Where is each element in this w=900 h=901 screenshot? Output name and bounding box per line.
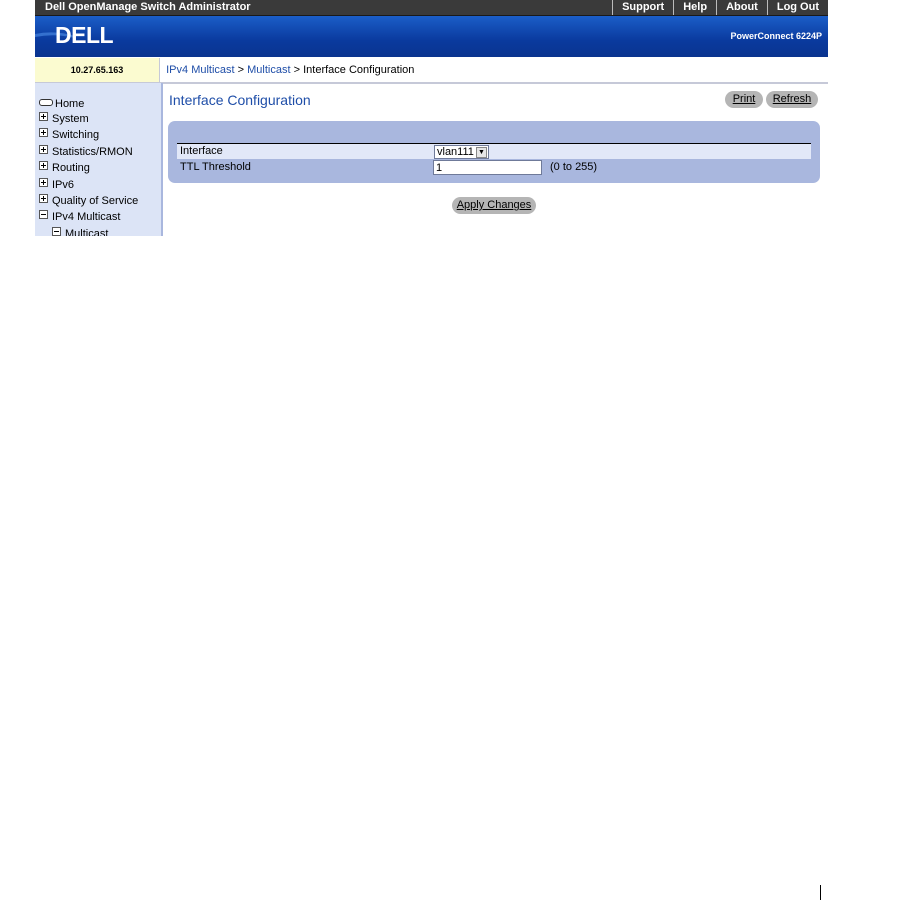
print-button[interactable]: Print bbox=[725, 91, 763, 108]
breadcrumb-ipv4-multicast[interactable]: IPv4 Multicast bbox=[166, 64, 234, 76]
sidebar-item-ipv4-multicast[interactable]: IPv4 Multicast bbox=[39, 210, 120, 224]
sidebar-item-label: IPv4 Multicast bbox=[52, 211, 121, 223]
plus-box-icon[interactable] bbox=[39, 112, 48, 121]
top-links: Support Help About Log Out bbox=[612, 0, 828, 15]
sidebar-item-label: Routing bbox=[52, 162, 90, 174]
model-name: PowerConnect 6224P bbox=[730, 31, 822, 41]
plus-box-icon[interactable] bbox=[39, 161, 48, 170]
sidebar-item-multicast[interactable]: Multicast bbox=[52, 227, 108, 236]
sidebar-item-statistics-rmon[interactable]: Statistics/RMON bbox=[39, 145, 133, 159]
sidebar-item-home[interactable]: Home bbox=[39, 98, 84, 111]
interface-value: vlan111 bbox=[437, 146, 474, 158]
sidebar-item-ipv6[interactable]: IPv6 bbox=[39, 178, 74, 192]
main-content: Interface Configuration Print Refresh In… bbox=[163, 84, 828, 236]
ttl-threshold-input[interactable]: 1 bbox=[433, 160, 542, 175]
plus-box-icon[interactable] bbox=[39, 128, 48, 137]
plus-box-icon[interactable] bbox=[39, 178, 48, 187]
ip-address: 10.27.65.163 bbox=[35, 58, 160, 83]
page-title: Interface Configuration bbox=[169, 92, 311, 108]
sidebar: Home System Switching Statistics/RMON Ro… bbox=[35, 83, 163, 236]
sidebar-item-label: Home bbox=[55, 98, 85, 110]
sidebar-item-label: Quality of Service bbox=[52, 195, 139, 207]
interface-row: Interface vlan111 ▼ bbox=[177, 143, 811, 159]
sidebar-item-label: Statistics/RMON bbox=[52, 146, 133, 158]
breadcrumb-current: Interface Configuration bbox=[303, 64, 415, 76]
refresh-button[interactable]: Refresh bbox=[766, 91, 818, 108]
sidebar-item-switching[interactable]: Switching bbox=[39, 128, 99, 142]
plus-box-icon[interactable] bbox=[39, 194, 48, 203]
home-icon bbox=[39, 99, 53, 106]
logo-text: DELL bbox=[55, 22, 114, 48]
sidebar-item-label: System bbox=[52, 113, 89, 125]
top-bar: Dell OpenManage Switch Administrator Sup… bbox=[35, 0, 828, 16]
logout-link[interactable]: Log Out bbox=[766, 0, 828, 15]
sidebar-item-quality-of-service[interactable]: Quality of Service bbox=[39, 194, 138, 208]
header-banner: DELL PowerConnect 6224P bbox=[35, 16, 828, 57]
plus-box-icon[interactable] bbox=[39, 145, 48, 154]
interface-label: Interface bbox=[180, 145, 223, 157]
dell-logo: DELL bbox=[35, 16, 135, 57]
apply-changes-button[interactable]: Apply Changes bbox=[452, 197, 536, 214]
help-link[interactable]: Help bbox=[673, 0, 716, 15]
app-title: Dell OpenManage Switch Administrator bbox=[45, 1, 251, 13]
sidebar-item-label: IPv6 bbox=[52, 179, 75, 191]
page-edge-mark bbox=[820, 885, 821, 900]
chevron-down-icon[interactable]: ▼ bbox=[476, 147, 487, 158]
ttl-row: TTL Threshold 1 (0 to 255) bbox=[177, 160, 811, 175]
sidebar-item-label: Multicast bbox=[65, 228, 109, 236]
breadcrumb-separator: > bbox=[290, 64, 304, 76]
breadcrumb-separator: > bbox=[234, 64, 248, 76]
config-panel: Interface vlan111 ▼ TTL Threshold 1 (0 t… bbox=[168, 121, 820, 183]
interface-select[interactable]: vlan111 ▼ bbox=[434, 145, 489, 159]
sidebar-item-label: Switching bbox=[52, 129, 100, 141]
sidebar-item-system[interactable]: System bbox=[39, 112, 89, 126]
sidebar-item-routing[interactable]: Routing bbox=[39, 161, 90, 175]
breadcrumb-multicast[interactable]: Multicast bbox=[247, 64, 290, 76]
support-link[interactable]: Support bbox=[612, 0, 673, 15]
minus-box-icon[interactable] bbox=[39, 210, 48, 219]
about-link[interactable]: About bbox=[716, 0, 767, 15]
ttl-threshold-label: TTL Threshold bbox=[180, 161, 251, 173]
ttl-range-hint: (0 to 255) bbox=[550, 161, 598, 173]
minus-box-icon[interactable] bbox=[52, 227, 61, 236]
app-window: Dell OpenManage Switch Administrator Sup… bbox=[35, 0, 828, 236]
breadcrumb: IPv4 Multicast > Multicast > Interface C… bbox=[160, 58, 828, 84]
